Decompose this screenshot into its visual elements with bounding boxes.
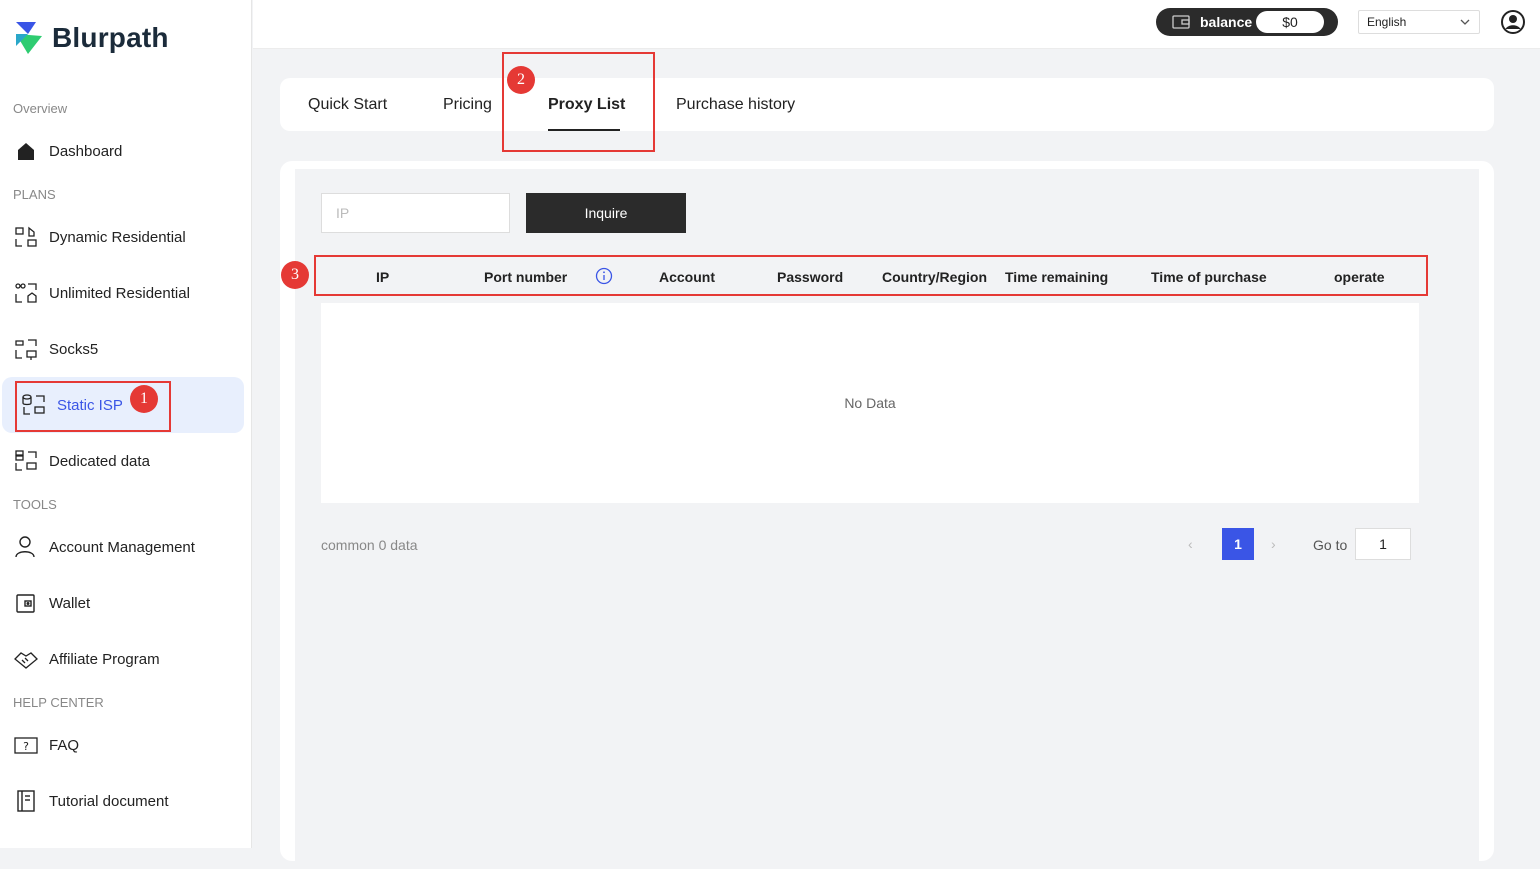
sidebar-item-affiliate-program[interactable]: Affiliate Program [2,631,244,687]
sidebar-item-dynamic-residential[interactable]: Dynamic Residential [2,209,244,265]
next-page-button[interactable]: › [1271,536,1276,552]
sidebar-item-socks5[interactable]: Socks5 [2,321,244,377]
brand-name: Blurpath [52,22,169,53]
sidebar-item-label: Dashboard [49,142,123,160]
sidebar-item-unlimited-residential[interactable]: Unlimited Residential [2,265,244,321]
sidebar-item-label: Unlimited Residential [49,284,190,302]
goto-label: Go to [1313,537,1348,553]
section-label-overview: Overview [13,101,68,116]
annotation-badge-1: 1 [130,385,158,413]
annotation-badge-3: 3 [281,261,309,289]
unlimited-network-icon [14,281,38,305]
sidebar-item-tutorial-document[interactable]: Tutorial document [2,773,244,829]
tab-pricing[interactable]: Pricing [443,96,492,114]
language-value: English [1367,15,1407,29]
sidebar-item-label: Affiliate Program [49,650,160,668]
user-icon [14,535,38,559]
section-label-help-center: HELP CENTER [13,695,104,710]
inquire-button[interactable]: Inquire [526,193,686,233]
balance-label: balance [1200,14,1253,30]
home-icon [14,139,38,163]
sidebar-item-label: Wallet [49,594,91,612]
sidebar-item-dedicated-data[interactable]: Dedicated data [2,433,244,489]
annotation-badge-2: 2 [507,66,535,94]
svg-text:?: ? [23,740,29,753]
wallet-icon [1172,14,1190,30]
section-label-plans: PLANS [13,187,56,202]
sidebar-item-account-management[interactable]: Account Management [2,519,244,575]
empty-state-text: No Data [844,395,896,411]
total-count: common 0 data [321,537,418,553]
chevron-down-icon [1459,16,1471,31]
goto-page-input[interactable] [1355,528,1411,560]
sidebar-item-dashboard[interactable]: Dashboard [2,123,244,179]
user-avatar-icon[interactable] [1501,10,1525,34]
sidebar-item-label: FAQ [49,736,80,754]
sidebar-item-label: Tutorial document [49,792,169,810]
tab-quick-start[interactable]: Quick Start [308,96,387,114]
ip-search-input[interactable] [321,193,510,233]
brand-logo[interactable]: Blurpath [14,20,169,56]
socks5-network-icon [14,337,38,361]
sidebar-item-label: Socks5 [49,340,99,358]
prev-page-button[interactable]: ‹ [1188,536,1193,552]
handshake-icon [14,647,38,671]
sidebar-item-wallet[interactable]: Wallet [2,575,244,631]
residential-network-icon [14,225,38,249]
sidebar-item-label: Account Management [49,538,195,556]
table-body: No Data [321,303,1419,503]
balance-pill[interactable]: balance $0 [1156,8,1338,36]
tabs-bar: Quick Start Pricing Proxy List Purchase … [280,78,1494,131]
top-bar: balance $0 English [253,0,1540,49]
page-number-current[interactable]: 1 [1222,528,1254,560]
tab-purchase-history[interactable]: Purchase history [676,96,795,114]
dedicated-data-icon [14,449,38,473]
faq-icon: ? [14,733,38,757]
language-select[interactable]: English [1358,10,1480,34]
sidebar-item-label: Dedicated data [49,452,150,470]
brand-logo-icon [16,22,42,54]
balance-value: $0 [1256,11,1324,33]
section-label-tools: TOOLS [13,497,57,512]
wallet-icon [14,591,38,615]
document-icon [14,789,38,813]
highlight-box-table-header [314,255,1428,296]
sidebar-item-label: Dynamic Residential [49,228,186,246]
sidebar-item-faq[interactable]: ? FAQ [2,717,244,773]
